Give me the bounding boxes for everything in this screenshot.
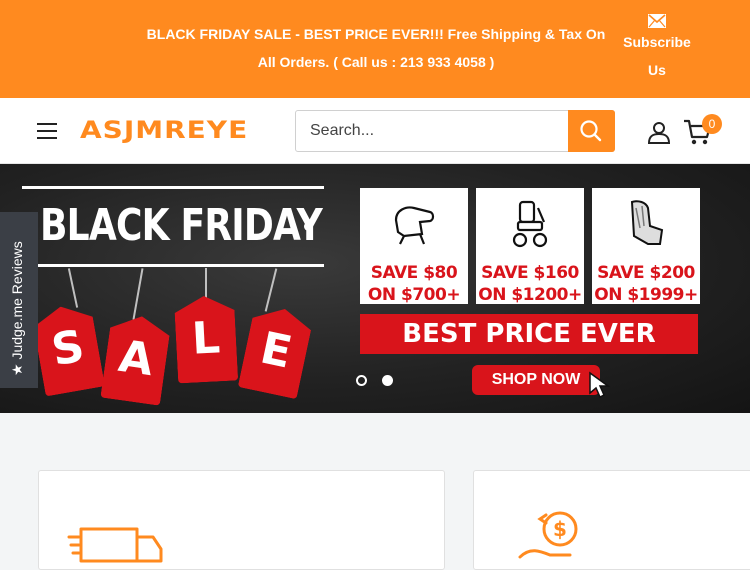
site-logo[interactable]: ASJMREYE [80,116,248,144]
promo-tile-1: SAVE $80 ON $700+ [360,188,468,306]
delivery-truck-icon [67,527,163,563]
sale-tag-s: S [31,301,105,396]
search-bar [295,110,615,152]
subscribe-label-1: Subscribe [623,34,691,50]
subscribe-link[interactable]: Subscribe Us [612,12,702,84]
search-button[interactable] [568,110,615,152]
svg-text:$: $ [553,517,567,541]
cursor-icon [589,371,611,399]
search-input[interactable] [296,111,570,151]
lift-chair-icon [394,206,435,245]
hamburger-menu-icon[interactable] [37,123,57,139]
announcement-text: BLACK FRIDAY SALE - BEST PRICE EVER!!! F… [140,20,612,76]
promo-threshold-1: ON $700+ [367,285,461,305]
promo-threshold-2: ON $1200+ [478,285,582,305]
tag-string-1 [67,268,79,308]
promo-tile-3: SAVE $200 ON $1999+ [592,188,700,306]
reviews-side-tab[interactable]: ★ Judge.me Reviews [0,212,38,388]
announcement-bar: BLACK FRIDAY SALE - BEST PRICE EVER!!! F… [0,0,750,98]
promo-saving-1: SAVE $80 [370,263,458,283]
promo-threshold-3: ON $1999+ [594,285,698,305]
tag-string-3 [205,268,207,298]
banner-rule-bottom [22,264,324,267]
best-price-banner: BEST PRICE EVER [360,314,698,354]
hero-banner[interactable]: BLACK FRIDAY S A L E SAVE $80 ON $700+ S… [0,164,750,413]
reviews-tab-label: ★ Judge.me Reviews [9,241,25,376]
promo-text-1: SAVE $80 ON $700+ [360,262,468,306]
sale-tag-a: A [100,312,171,406]
feature-card-money: $ [473,470,750,570]
banner-bullet [304,222,313,231]
slider-dot-2[interactable] [382,375,393,386]
promo-text-2: SAVE $160 ON $1200+ [476,262,584,306]
promo-saving-2: SAVE $160 [481,263,579,283]
cart-count-badge: 0 [702,114,722,134]
tag-string-4 [264,268,278,312]
banner-title: BLACK FRIDAY [40,200,323,251]
announcement-line-2: All Orders. ( Call us : 213 933 4058 ) [257,54,495,70]
money-back-icon: $ [518,511,578,559]
feature-card-shipping [38,470,445,570]
announcement-line-1: BLACK FRIDAY SALE - BEST PRICE EVER!!! F… [146,26,606,42]
promo-saving-3: SAVE $200 [597,263,695,283]
subscribe-label-2: Us [648,62,666,78]
banner-rule-top [22,186,324,189]
sale-tag-l: L [174,294,238,383]
promo-text-3: SAVE $200 ON $1999+ [592,262,700,306]
site-header: ASJMREYE 0 [0,98,750,164]
search-icon [580,120,602,142]
massage-chair-icon [630,200,664,245]
power-wheelchair-icon [512,200,548,248]
shop-now-button[interactable]: SHOP NOW [472,365,600,395]
promo-tile-2: SAVE $160 ON $1200+ [476,188,584,306]
mail-icon [648,14,666,28]
account-icon[interactable] [647,120,671,144]
tag-string-2 [132,268,144,320]
sale-tag-e: E [238,303,315,400]
slider-dot-1[interactable] [356,375,367,386]
